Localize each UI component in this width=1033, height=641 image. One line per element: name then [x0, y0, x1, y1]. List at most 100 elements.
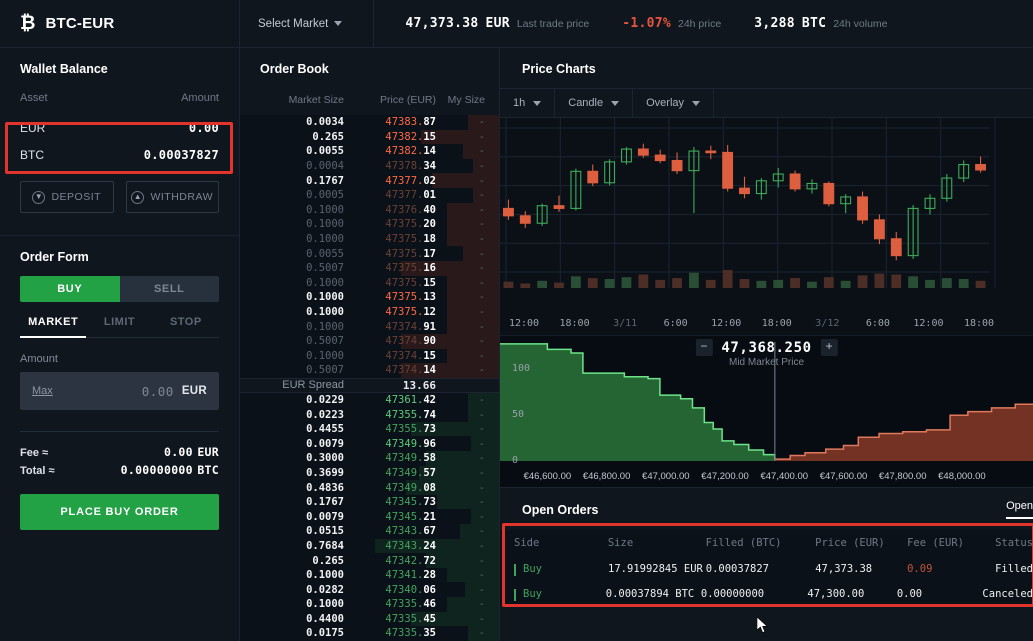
order-book-row-ask[interactable]: 0.1000 47375.13 - [240, 290, 499, 305]
divider [373, 0, 375, 48]
order-book-row-ask[interactable]: 0.1000 47375.12 - [240, 304, 499, 320]
order-book-row-ask[interactable]: 0.5007 47374.14 - [240, 363, 499, 378]
volume-24h-value: 3,288 [754, 16, 795, 31]
order-book-row-ask[interactable]: 0.5007 47375.16 - [240, 260, 499, 276]
row-market-size: 0.0079 [306, 437, 344, 450]
market-depth-chart[interactable]: 0 50 100 − 47,368.250 + Mid Market Price [500, 336, 1033, 469]
order-book-row-ask[interactable]: 0.265 47382.15 - [240, 129, 499, 145]
chart-time-axis: 12:00 18:00 3/11 6:00 12:00 18:00 3/12 6:00 12:0… [500, 314, 1033, 336]
decrease-price-button[interactable]: − [695, 339, 713, 356]
interval-label: 1h [513, 97, 526, 109]
order-book-row-bid[interactable]: 0.0079 47345.21 - [240, 509, 499, 525]
candlestick-chart[interactable] [500, 118, 1033, 314]
wallet-col-asset: Asset [20, 92, 48, 104]
order-book-row-bid[interactable]: 0.0079 47349.96 - [240, 436, 499, 452]
row-market-size: 0.1767 [306, 496, 344, 509]
withdraw-button[interactable]: ▲ WITHDRAW [125, 181, 219, 213]
time-tick: 6:00 [663, 318, 688, 329]
charts-column: Price Charts 1h Candle Overlay 12:0018: [500, 48, 1033, 641]
order-book-row-bid[interactable]: 0.1767 47345.73 - [240, 494, 499, 510]
select-market-dropdown[interactable]: Select Market [258, 18, 343, 30]
volume-24h: 3,288 BTC 24h volume [754, 16, 887, 31]
row-my-size: - [478, 569, 485, 582]
tab-market[interactable]: MARKET [20, 316, 86, 337]
order-book-row-bid[interactable]: 0.3699 47349.57 - [240, 465, 499, 481]
row-price: 47345.21 [385, 510, 436, 523]
order-book-row-bid[interactable]: 0.4836 47349.08 - [240, 480, 499, 495]
table-row[interactable]: Buy 17.91992845 EUR 0.00037827 47,373.38… [500, 556, 1033, 581]
order-book-row-ask[interactable]: 0.1000 47376.40 - [240, 202, 499, 218]
order-book-row-bid[interactable]: 0.0175 47335.35 - [240, 626, 499, 641]
amount-input-group[interactable]: Max 0.00 EUR [20, 372, 219, 410]
interval-dropdown[interactable]: 1h [500, 89, 556, 117]
row-price: 47343.24 [385, 539, 436, 552]
order-book-row-ask[interactable]: 0.0005 47377.01 - [240, 187, 499, 203]
tab-limit[interactable]: LIMIT [86, 316, 152, 337]
order-book-row-ask[interactable]: 0.0004 47378.34 - [240, 158, 499, 174]
row-market-size: 0.1000 [306, 218, 344, 231]
order-book-row-ask[interactable]: 0.1000 47375.15 - [240, 275, 499, 291]
row-market-size: 0.1000 [306, 320, 344, 333]
withdraw-label: WITHDRAW [150, 191, 213, 203]
tab-open-orders[interactable]: Open [1006, 500, 1033, 519]
mid-price-label: Mid Market Price [728, 357, 805, 368]
order-book-row-ask[interactable]: 0.1000 47374.91 - [240, 319, 499, 334]
chart-type-label: Candle [568, 97, 604, 109]
max-link[interactable]: Max [32, 385, 53, 397]
order-book-row-ask[interactable]: 0.1767 47377.02 - [240, 173, 499, 188]
row-my-size: - [478, 233, 485, 246]
candlestick-svg [500, 118, 996, 288]
mid-price-line: − 47,368.250 + [695, 339, 838, 356]
order-book-row-bid[interactable]: 0.1000 47341.28 - [240, 567, 499, 583]
time-tick: 12:00 [711, 318, 742, 329]
order-totals: Fee ≈ 0.00 EUR Total ≈ 0.00000000 BTC [0, 432, 239, 479]
order-book-row-ask[interactable]: 0.0055 47375.17 - [240, 246, 499, 261]
increase-price-button[interactable]: + [820, 339, 838, 356]
depth-y-axis: 0 50 100 [504, 336, 544, 469]
order-book-row-bid[interactable]: 0.0223 47355.74 - [240, 407, 499, 422]
order-book-row-bid[interactable]: 0.3000 47349.58 - [240, 451, 499, 466]
row-market-size: 0.1000 [306, 306, 344, 319]
order-book-row-bid[interactable]: 0.7684 47343.24 - [240, 538, 499, 554]
row-my-size: - [478, 160, 485, 173]
tab-stop[interactable]: STOP [153, 316, 219, 337]
download-arrow-icon: ▼ [32, 190, 46, 204]
order-book-row-bid[interactable]: 0.0229 47361.42 - [240, 392, 499, 408]
order-book-row-ask[interactable]: 0.0034 47383.87 - [240, 115, 499, 130]
order-book-row-bid[interactable]: 0.265 47342.72 - [240, 553, 499, 568]
amount-label: Amount [20, 353, 58, 365]
row-my-size: - [478, 554, 485, 567]
order-book-row-ask[interactable]: 0.1000 47374.15 - [240, 348, 499, 364]
order-book-row-ask[interactable]: 0.0055 47382.14 - [240, 144, 499, 159]
overlay-dropdown[interactable]: Overlay [633, 89, 715, 117]
order-book-row-bid[interactable]: 0.4400 47335.45 - [240, 611, 499, 627]
row-my-size: - [478, 627, 485, 640]
row-my-size: - [478, 306, 485, 319]
market-pair-block[interactable]: ₿ BTC-EUR [0, 0, 240, 47]
buy-tab-button[interactable]: BUY [20, 276, 120, 302]
order-book-row-bid[interactable]: 0.0515 47343.67 - [240, 524, 499, 539]
row-market-size: 0.265 [312, 554, 344, 567]
col-my-size: My Size [447, 94, 485, 106]
place-buy-order-button[interactable]: PLACE BUY ORDER [20, 494, 219, 530]
order-book-row-ask[interactable]: 0.5007 47374.90 - [240, 333, 499, 349]
amount-input[interactable]: 0.00 [61, 384, 174, 399]
sell-tab-button[interactable]: SELL [119, 276, 219, 302]
deposit-button[interactable]: ▼ DEPOSIT [20, 181, 114, 213]
row-my-size: - [478, 423, 485, 436]
order-book-row-bid[interactable]: 0.4455 47355.73 - [240, 421, 499, 437]
total-value: 0.00000000 [120, 463, 193, 477]
order-book-row-bid[interactable]: 0.0282 47340.06 - [240, 582, 499, 597]
order-book-asks: 0.0034 47383.87 - 0.265 47382.15 - 0.0055 47382… [240, 115, 499, 378]
order-book-title: Order Book [240, 48, 499, 88]
top-bar: ₿ BTC-EUR Select Market 47,373.38 EUR La… [0, 0, 1033, 48]
wallet-actions: ▼ DEPOSIT ▲ WITHDRAW [0, 168, 239, 213]
row-market-size: 0.1000 [306, 598, 344, 611]
order-book-row-ask[interactable]: 0.1000 47375.18 - [240, 231, 499, 247]
order-book-row-ask[interactable]: 0.1000 47375.20 - [240, 217, 499, 232]
last-price-label: Last trade price [516, 18, 590, 30]
depth-price-tick: €47,800.00 [878, 471, 927, 482]
table-row[interactable]: Buy 0.00037894 BTC 0.00000000 47,300.00 … [500, 581, 1033, 606]
chart-type-dropdown[interactable]: Candle [555, 89, 634, 117]
order-book-row-bid[interactable]: 0.1000 47335.46 - [240, 597, 499, 612]
